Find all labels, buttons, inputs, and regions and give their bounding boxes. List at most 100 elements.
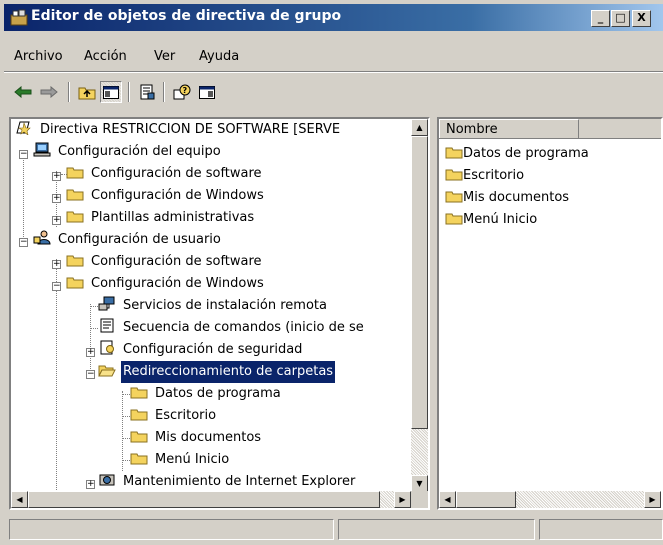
scroll-thumb[interactable] [456, 491, 516, 508]
tree-item-start-menu[interactable]: Menú Inicio [130, 449, 231, 471]
script-icon [100, 318, 114, 333]
tree-connector [122, 438, 130, 440]
tree-item-windows-config[interactable]: Configuración de Windows [66, 185, 266, 207]
scroll-right-button[interactable]: ▶ [394, 491, 411, 508]
expand-toggle[interactable]: + [52, 216, 61, 225]
tree-label: Menú Inicio [155, 452, 230, 467]
tree-connector [23, 151, 25, 245]
tree-label: Redireccionamiento de carpetas [119, 360, 337, 384]
scroll-left-button[interactable]: ◀ [439, 491, 456, 508]
scroll-down-button[interactable]: ▼ [411, 475, 428, 492]
folder-icon [130, 453, 148, 465]
menu-ayuda[interactable]: Ayuda [199, 49, 239, 64]
tree-item-computer-config[interactable]: Configuración del equipo [33, 141, 223, 163]
tree-item-security-config[interactable]: Configuración de seguridad [98, 339, 304, 361]
status-panel [338, 519, 535, 540]
tree-label: Escritorio [155, 408, 217, 423]
tree-horizontal-scrollbar[interactable]: ◀ ▶ [11, 491, 411, 508]
show-tree-icon[interactable] [100, 81, 122, 103]
list-item-label: Mis documentos [463, 190, 570, 205]
close-button[interactable]: X [632, 10, 651, 27]
computer-icon [33, 142, 51, 157]
list-item[interactable]: Escritorio [445, 165, 524, 187]
status-panel [9, 519, 334, 540]
tree-item-desktop[interactable]: Escritorio [130, 405, 218, 427]
svg-text:?: ? [183, 86, 188, 95]
tree-item-user-config[interactable]: Configuración de usuario [33, 229, 223, 251]
expand-toggle[interactable]: + [86, 480, 95, 489]
menu-divider-highlight [4, 72, 663, 73]
expand-toggle[interactable]: + [86, 348, 95, 357]
tree-connector [122, 394, 130, 396]
tree-connector [122, 460, 130, 462]
folder-icon [66, 277, 84, 289]
show-action-pane-icon[interactable] [196, 81, 218, 103]
menu-accion[interactable]: Acción [84, 49, 127, 64]
list-pane[interactable]: Nombre Datos de programa Escritorio Mis … [437, 117, 663, 510]
list-item[interactable]: Menú Inicio [445, 209, 537, 231]
tree-item-my-documents[interactable]: Mis documentos [130, 427, 263, 449]
list-item-label: Datos de programa [463, 146, 589, 161]
tree-item-folder-redirection[interactable]: Redireccionamiento de carpetas [98, 360, 337, 384]
tree-vertical-scrollbar[interactable]: ▲ ▼ [411, 119, 428, 492]
collapse-toggle[interactable]: − [19, 150, 28, 159]
help-icon[interactable]: ? [171, 81, 193, 103]
tree-item-app-data[interactable]: Datos de programa [130, 383, 283, 405]
title-bar[interactable]: Editor de objetos de directiva de grupo … [4, 4, 663, 31]
tree-item-remote-install[interactable]: Servicios de instalación remota [98, 295, 329, 317]
tree-label: Mis documentos [155, 430, 262, 445]
collapse-toggle[interactable]: − [52, 282, 61, 291]
list-horizontal-scrollbar[interactable]: ◀ ▶ [439, 491, 661, 508]
list-header: Nombre [439, 119, 661, 139]
tree-pane[interactable]: Directiva RESTRICCION DE SOFTWARE [SERVE… [9, 117, 430, 510]
tree-root[interactable]: Directiva RESTRICCION DE SOFTWARE [SERVE [15, 119, 342, 141]
expand-toggle[interactable]: + [52, 172, 61, 181]
expand-toggle[interactable]: + [52, 194, 61, 203]
tree-item-scripts[interactable]: Secuencia de comandos (inicio de se [98, 317, 366, 339]
tree-connector [56, 259, 58, 494]
forward-icon[interactable] [38, 81, 60, 103]
scroll-left-button[interactable]: ◀ [11, 491, 28, 508]
folder-icon [445, 213, 463, 225]
expand-toggle[interactable]: + [52, 260, 61, 269]
tree-item-user-software-config[interactable]: Configuración de software [66, 251, 264, 273]
tree-label: Configuración de Windows [91, 188, 264, 203]
minimize-button[interactable]: _ [591, 10, 610, 27]
network-icon [98, 296, 115, 311]
folder-icon [130, 431, 148, 443]
collapse-toggle[interactable]: − [86, 370, 95, 379]
tree-connector [90, 328, 98, 330]
tree-connector [122, 391, 124, 471]
security-icon [100, 340, 114, 355]
scroll-up-button[interactable]: ▲ [411, 119, 428, 136]
tree-item-ie-maintenance[interactable]: Mantenimiento de Internet Explorer [98, 471, 357, 493]
tree-connector [90, 306, 98, 308]
collapse-toggle[interactable]: − [19, 238, 28, 247]
scroll-thumb[interactable] [28, 491, 380, 508]
scroll-right-button[interactable]: ▶ [644, 491, 661, 508]
back-icon[interactable] [12, 81, 34, 103]
menu-bar: Archivo Acción Ver Ayuda [4, 44, 663, 68]
scroll-thumb[interactable] [411, 136, 428, 429]
up-folder-icon[interactable] [76, 81, 98, 103]
scroll-corner [411, 491, 428, 508]
list-item-label: Menú Inicio [463, 212, 538, 227]
status-panel [539, 519, 663, 540]
open-folder-icon [98, 365, 116, 377]
tree-label: Configuración de Windows [91, 276, 264, 291]
list-item[interactable]: Datos de programa [445, 143, 589, 165]
maximize-button[interactable]: □ [611, 10, 630, 27]
toolbar-separator [68, 82, 70, 102]
menu-archivo[interactable]: Archivo [14, 49, 63, 64]
tree-item-admin-templates[interactable]: Plantillas administrativas [66, 207, 256, 229]
tree-item-user-windows-config[interactable]: Configuración de Windows [66, 273, 266, 295]
tree-connector [90, 304, 92, 377]
column-header-name[interactable]: Nombre [439, 119, 579, 138]
list-item-label: Escritorio [463, 168, 525, 183]
export-list-icon[interactable] [136, 81, 158, 103]
list-item[interactable]: Mis documentos [445, 187, 569, 209]
user-icon [33, 230, 51, 245]
tree-label: Configuración de software [91, 254, 262, 269]
tree-item-software-config[interactable]: Configuración de software [66, 163, 264, 185]
menu-ver[interactable]: Ver [154, 49, 175, 64]
